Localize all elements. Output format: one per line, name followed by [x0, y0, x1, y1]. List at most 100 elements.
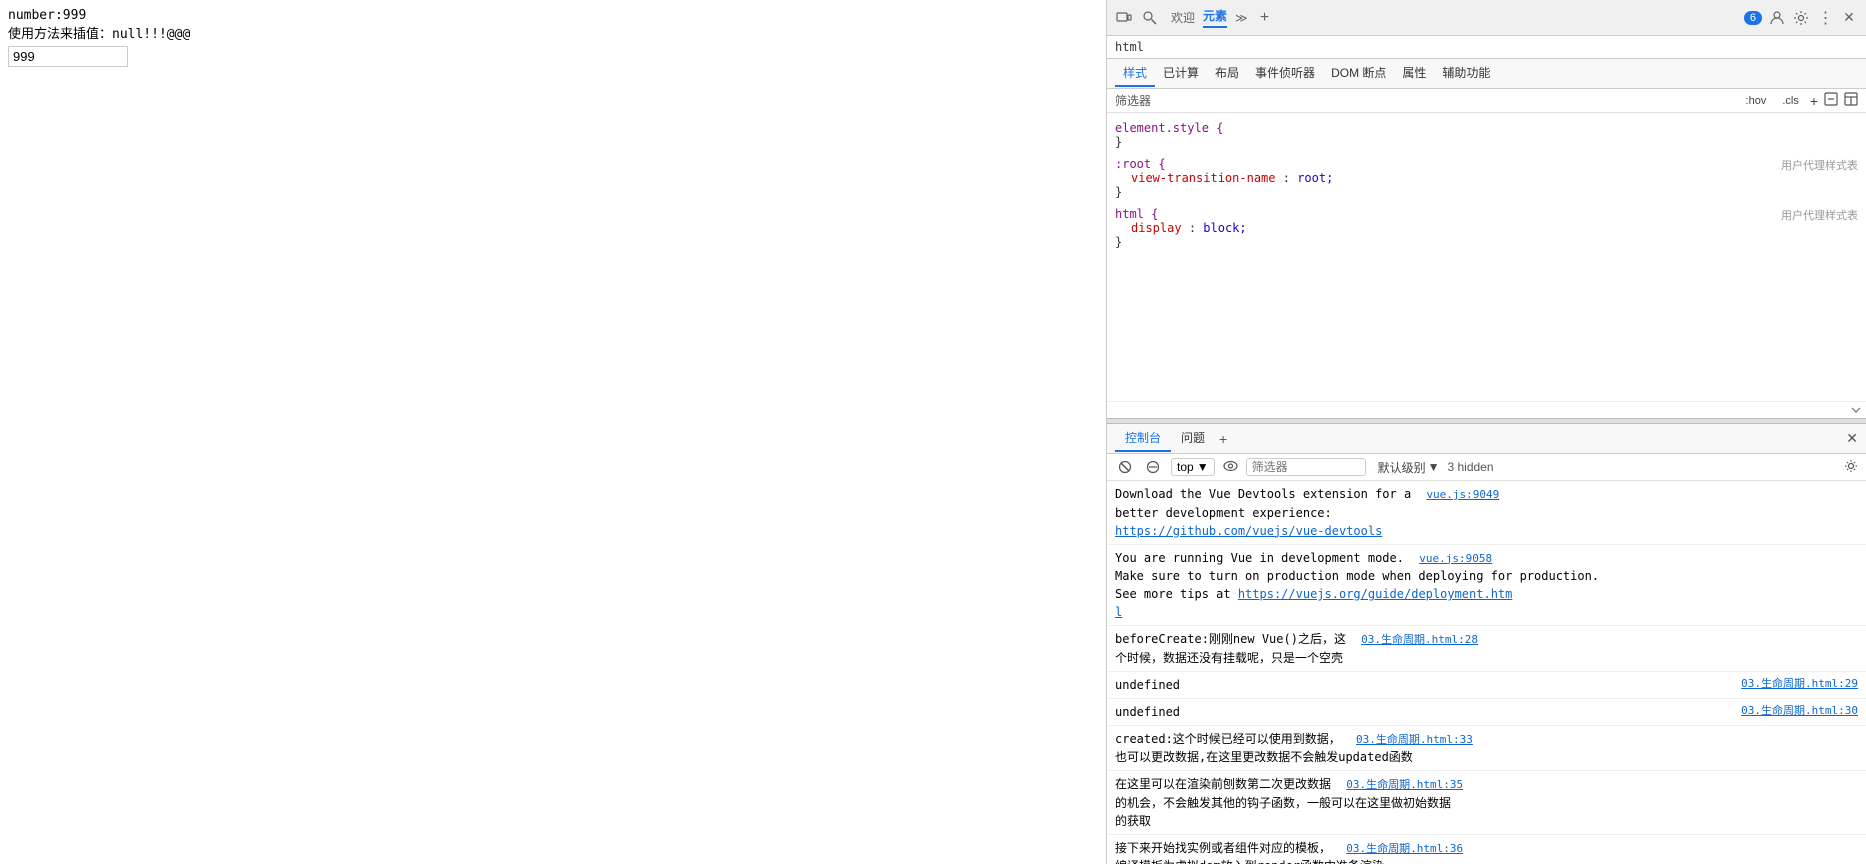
topbar-right: 6 ⋮ ✕: [1744, 9, 1858, 27]
main-panel: number:999 使用方法来插值：null!!!@@@: [0, 0, 1106, 864]
msg-content-2: beforeCreate:刚刚new Vue()之后，这 03.生命周期.htm…: [1115, 630, 1858, 667]
settings-icon[interactable]: [1792, 9, 1810, 27]
msg-source-4[interactable]: 03.生命周期.html:30: [1741, 703, 1858, 720]
console-msg-3: undefined 03.生命周期.html:29: [1107, 672, 1866, 699]
filter-toggle-icon[interactable]: [1143, 457, 1163, 477]
cls-button[interactable]: .cls: [1777, 93, 1804, 109]
welcome-label: 欢迎: [1171, 9, 1195, 26]
tab-properties[interactable]: 属性: [1394, 60, 1434, 87]
console-msg-1: You are running Vue in development mode.…: [1107, 545, 1866, 627]
tab-accessibility[interactable]: 辅助功能: [1434, 60, 1498, 87]
tab-dom-breakpoints[interactable]: DOM 断点: [1323, 60, 1394, 87]
vuejs-deploy-link-2[interactable]: l: [1115, 605, 1122, 619]
more-tabs-icon[interactable]: ≫: [1235, 11, 1248, 25]
console-messages: Download the Vue Devtools extension for …: [1107, 481, 1866, 864]
css-value-html-0: block;: [1203, 221, 1246, 235]
styles-panel: 筛选器 :hov .cls + el: [1107, 89, 1866, 418]
msg-content-3: undefined: [1115, 676, 1733, 694]
element-tab[interactable]: 元素: [1203, 7, 1227, 28]
msg-source-1[interactable]: vue.js:9058: [1419, 552, 1492, 565]
msg-content-4: undefined: [1115, 703, 1733, 721]
css-value-root-0: root;: [1297, 171, 1333, 185]
console-msg-0: Download the Vue Devtools extension for …: [1107, 481, 1866, 545]
close-devtools-icon[interactable]: ✕: [1840, 9, 1858, 27]
tab-layout[interactable]: 布局: [1207, 60, 1247, 87]
msg-content-7: 接下来开始找实例或者组件对应的模板， 03.生命周期.html:36 编译模板为…: [1115, 839, 1858, 864]
tab-computed[interactable]: 已计算: [1155, 60, 1207, 87]
console-settings-icon[interactable]: [1844, 459, 1858, 476]
device-toggle-icon[interactable]: [1115, 9, 1133, 27]
tab-console[interactable]: 控制台: [1115, 425, 1171, 452]
clear-console-icon[interactable]: [1115, 457, 1135, 477]
msg-content-1: You are running Vue in development mode.…: [1115, 549, 1858, 622]
msg-source-7[interactable]: 03.生命周期.html:36: [1346, 842, 1463, 855]
msg-source-6[interactable]: 03.生命周期.html:35: [1346, 778, 1463, 791]
css-closing-root: }: [1115, 185, 1122, 199]
css-source-html: 用户代理样式表: [1781, 207, 1858, 223]
css-selector-root: :root {: [1115, 157, 1166, 171]
vuejs-deploy-link[interactable]: https://vuejs.org/guide/deployment.htm: [1238, 587, 1513, 601]
msg-source-5[interactable]: 03.生命周期.html:33: [1356, 733, 1473, 746]
insert-text: 使用方法来插值：null!!!@@@: [8, 23, 1098, 42]
css-rules: element.style { } 用户代理样式表 :root { view-t…: [1107, 113, 1866, 401]
console-panel: 控制台 问题 + ✕ top ▼: [1107, 424, 1866, 864]
tab-event-listeners[interactable]: 事件侦听器: [1247, 60, 1323, 87]
close-console-icon[interactable]: ✕: [1846, 430, 1858, 447]
devtools-topbar: 欢迎 元素 ≫ + 6 ⋮ ✕: [1107, 0, 1866, 36]
number-text: number:999: [8, 8, 1098, 23]
top-level-dropdown[interactable]: top ▼: [1171, 458, 1215, 476]
console-msg-5: created:这个时候已经可以使用到数据， 03.生命周期.html:33 也…: [1107, 726, 1866, 772]
inspect-icon[interactable]: [1141, 9, 1159, 27]
hidden-count: 3 hidden: [1447, 460, 1493, 474]
console-msg-6: 在这里可以在渲染前刨数第二次更改数据 03.生命周期.html:35 的机会，不…: [1107, 771, 1866, 835]
msg-content-0: Download the Vue Devtools extension for …: [1115, 485, 1858, 540]
css-property-html-0: display: [1131, 221, 1182, 235]
dropdown-arrow: ▼: [1197, 460, 1209, 474]
issues-badge[interactable]: 6: [1744, 11, 1762, 25]
default-level-dropdown[interactable]: 默认级别 ▼: [1378, 459, 1440, 476]
value-input[interactable]: [8, 46, 128, 67]
more-options-icon[interactable]: ⋮: [1816, 9, 1834, 27]
vue-devtools-link[interactable]: https://github.com/vuejs/vue-devtools: [1115, 524, 1382, 538]
tab-styles[interactable]: 样式: [1115, 60, 1155, 87]
console-filter-input[interactable]: [1246, 458, 1366, 476]
msg-content-5: created:这个时候已经可以使用到数据， 03.生命周期.html:33 也…: [1115, 730, 1858, 767]
css-selector-html: html {: [1115, 207, 1158, 221]
devtools-panel: 欢迎 元素 ≫ + 6 ⋮ ✕ html 样式 已计算: [1106, 0, 1866, 864]
add-rule-button[interactable]: +: [1810, 93, 1818, 109]
eye-icon[interactable]: [1223, 460, 1238, 475]
msg-source-3[interactable]: 03.生命周期.html:29: [1741, 676, 1858, 693]
console-toolbar: top ▼ 默认级别 ▼ 3 hidden: [1107, 454, 1866, 481]
hov-button[interactable]: :hov: [1741, 93, 1772, 109]
css-closing: }: [1115, 135, 1122, 149]
default-level-label: 默认级别: [1378, 459, 1426, 476]
filter-bar: 筛选器 :hov .cls +: [1107, 89, 1866, 113]
scroll-down-icon: [1850, 404, 1862, 416]
css-rule-root: 用户代理样式表 :root { view-transition-name : r…: [1115, 157, 1858, 199]
html-tag: html: [1107, 36, 1866, 59]
msg-source-0[interactable]: vue.js:9049: [1426, 488, 1499, 501]
css-rule-html: 用户代理样式表 html { display : block; }: [1115, 207, 1858, 249]
layout-icon[interactable]: [1844, 92, 1858, 109]
console-tabs: 控制台 问题 + ✕: [1107, 424, 1866, 454]
sub-tabs: 样式 已计算 布局 事件侦听器 DOM 断点 属性 辅助功能: [1107, 59, 1866, 89]
toggle-icon[interactable]: [1824, 92, 1838, 109]
msg-source-2[interactable]: 03.生命周期.html:28: [1361, 633, 1478, 646]
top-label: top: [1177, 460, 1194, 474]
css-property-root-0: view-transition-name: [1131, 171, 1276, 185]
console-msg-7: 接下来开始找实例或者组件对应的模板， 03.生命周期.html:36 编译模板为…: [1107, 835, 1866, 864]
css-closing-html: }: [1115, 235, 1122, 249]
tab-issues[interactable]: 问题: [1171, 425, 1215, 452]
add-tab-icon[interactable]: +: [1256, 9, 1274, 27]
filter-label: 筛选器: [1115, 92, 1151, 109]
css-source-root: 用户代理样式表: [1781, 157, 1858, 173]
css-rule-element-style: element.style { }: [1115, 121, 1858, 149]
add-console-tab-icon[interactable]: +: [1219, 431, 1227, 447]
console-msg-4: undefined 03.生命周期.html:30: [1107, 699, 1866, 726]
console-msg-2: beforeCreate:刚刚new Vue()之后，这 03.生命周期.htm…: [1107, 626, 1866, 672]
user-icon[interactable]: [1768, 9, 1786, 27]
msg-content-6: 在这里可以在渲染前刨数第二次更改数据 03.生命周期.html:35 的机会，不…: [1115, 775, 1858, 830]
default-level-arrow: ▼: [1428, 460, 1440, 474]
css-selector: element.style {: [1115, 121, 1223, 135]
filter-input[interactable]: [1157, 94, 1735, 108]
